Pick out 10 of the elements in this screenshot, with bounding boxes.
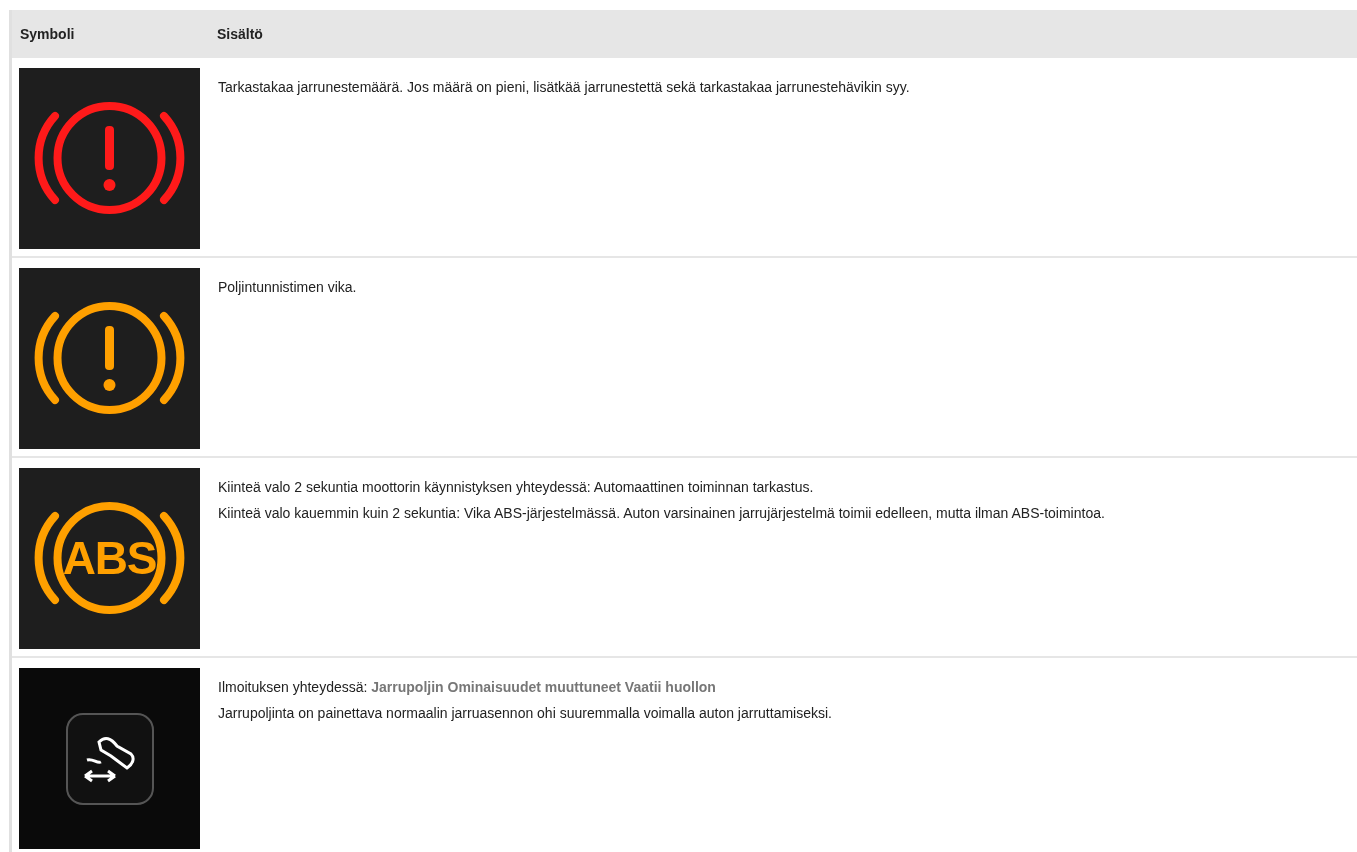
- description-text: Poljintunnistimen vika.: [218, 278, 358, 297]
- description-text: Tarkastakaa jarrunestemäärä. Jos määrä on pieni, lisätkää jarrunestettä sekä tarkastakaa jarrunestehävikin syy.: [218, 78, 911, 97]
- brake-pedal-icon: [64, 711, 155, 806]
- description-text: Jarrupoljinta on painettava normaalin jarruasennon ohi suuremmalla voimalla auton jarruttamiseksi.: [218, 704, 833, 723]
- description-text: Ilmoituksen yhteydessä: Jarrupoljin Ominaisuudet muuttuneet Vaatii huollon: [218, 678, 717, 697]
- description-text: Kiinteä valo kauemmin kuin 2 sekuntia: Vika ABS-järjestelmässä. Auton varsinainen jarrujärjestelmä toimii edelleen, mutta ilman ABS-toimintoa.: [218, 504, 1106, 523]
- description-text: Kiinteä valo 2 sekuntia moottorin käynnistyksen yhteydessä: Automaattinen toiminnan tarkastus.: [218, 478, 815, 497]
- column-header: Symboli: [19, 24, 76, 44]
- column-header: Sisältö: [216, 24, 263, 44]
- abs-label: ABS: [61, 531, 158, 586]
